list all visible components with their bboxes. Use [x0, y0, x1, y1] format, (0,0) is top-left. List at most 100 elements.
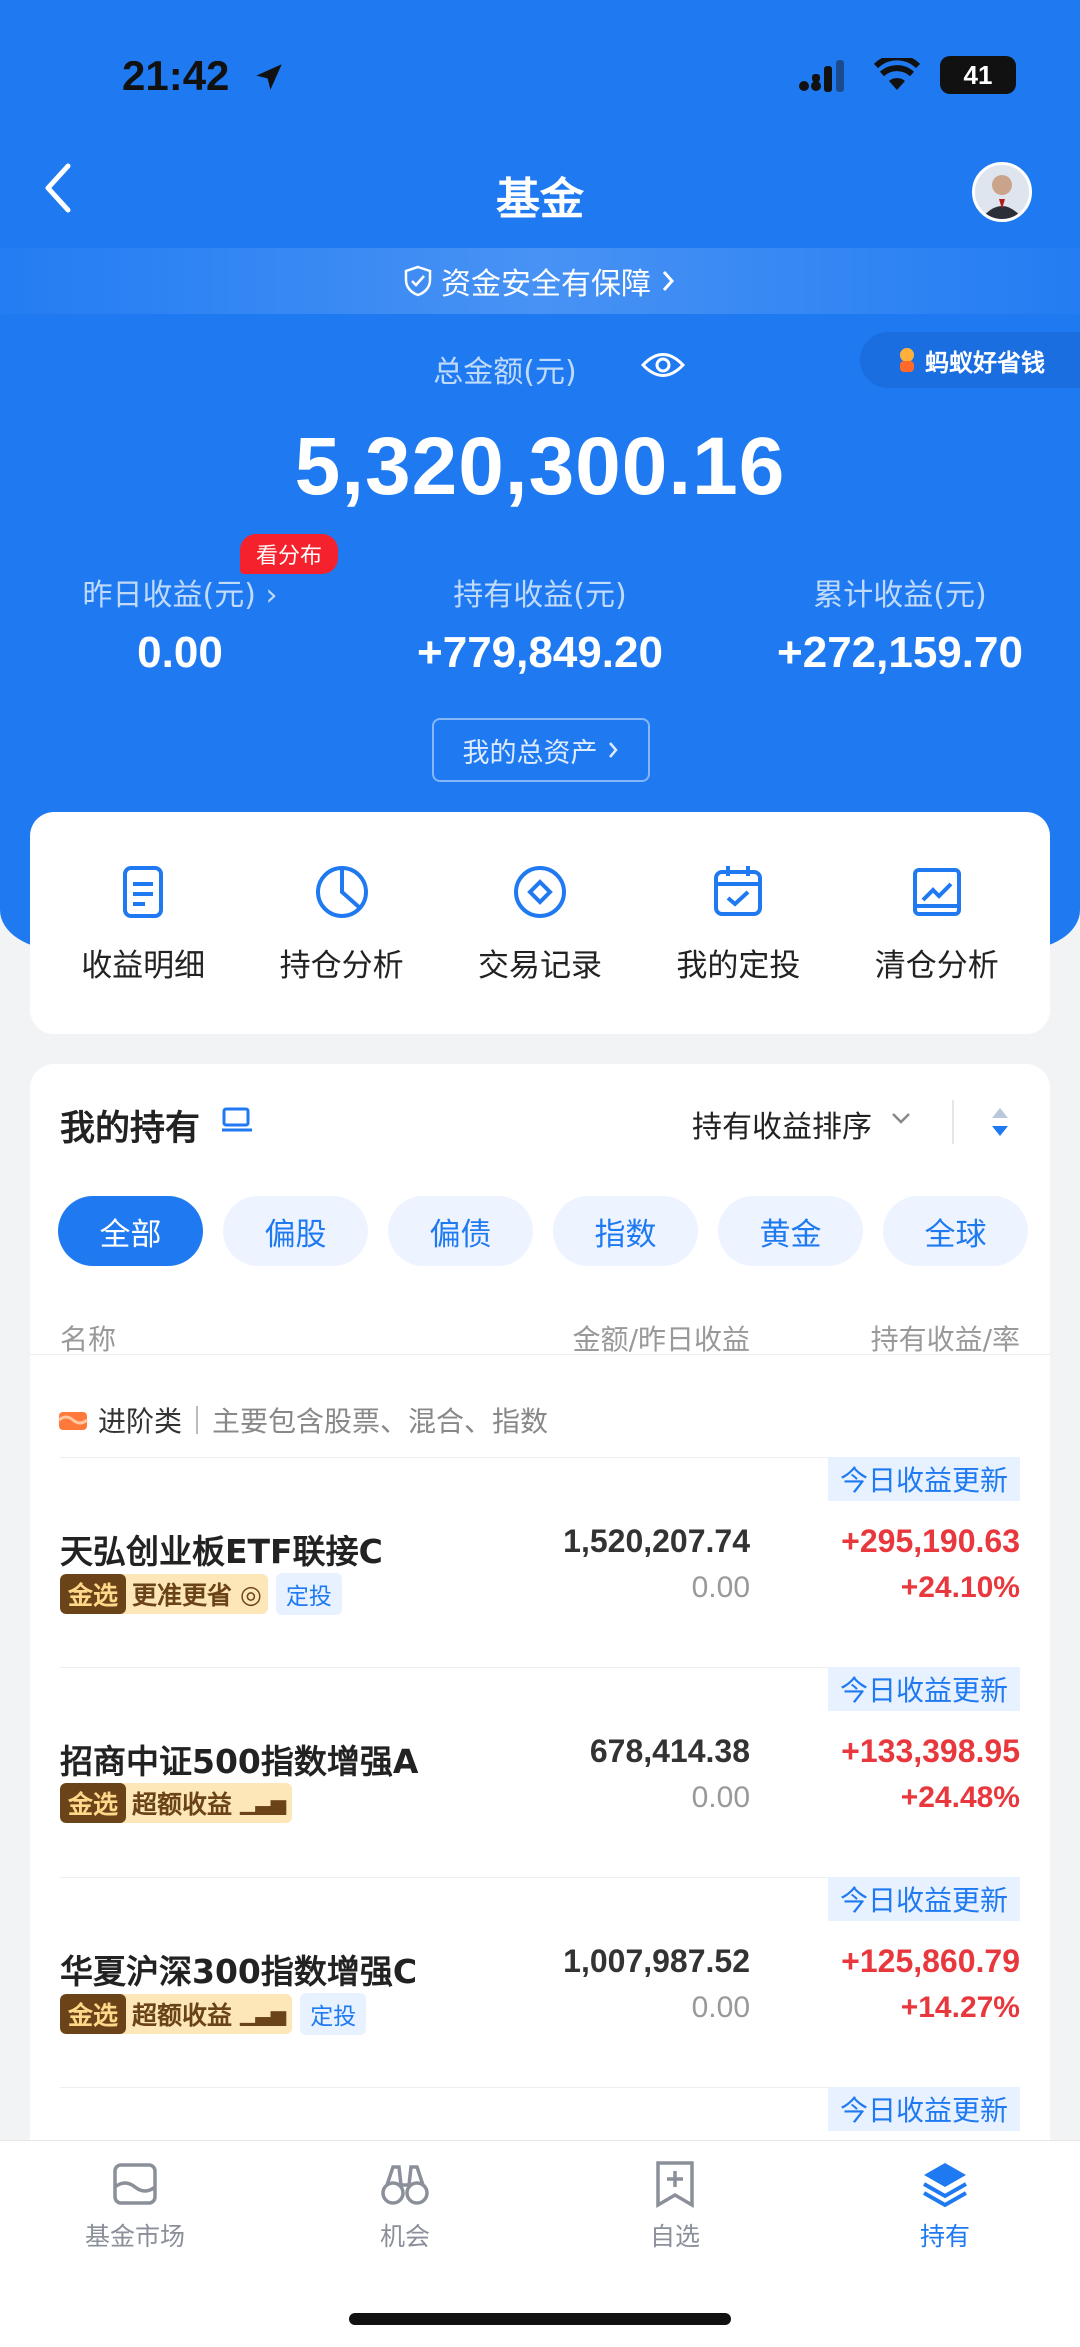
filter-chip[interactable]: 全球 — [883, 1196, 1028, 1266]
filter-chip[interactable]: 指数 — [553, 1196, 698, 1266]
promo-label: 蚂蚁好省钱 — [925, 348, 1045, 377]
category-header: 进阶类 主要包含股票、混合、指数 — [58, 1400, 548, 1440]
menu-position-analysis[interactable]: 持仓分析 — [247, 862, 437, 985]
filter-chip[interactable]: 黄金 — [718, 1196, 863, 1266]
eye-icon — [640, 353, 686, 377]
jinxuan-tag-text: 超额收益 — [132, 2001, 233, 2030]
category-name: 进阶类 — [98, 1405, 183, 1438]
chevron-down-icon — [890, 1110, 912, 1130]
binoculars-icon — [381, 2165, 429, 2205]
cumulative-profit-value: +272,159.70 — [777, 628, 1023, 677]
trend-chart-icon — [912, 867, 961, 916]
column-header-profit: 持有收益/率 — [870, 1323, 1020, 1356]
menu-clearance-analysis-label: 清仓分析 — [874, 947, 999, 984]
home-indicator — [349, 2313, 731, 2325]
layers-icon — [923, 2163, 967, 2208]
safety-banner[interactable]: 资金安全有保障 — [0, 248, 1080, 314]
menu-position-analysis-label: 持仓分析 — [279, 947, 404, 984]
yesterday-profit[interactable]: 昨日收益(元) › 0.00 — [0, 570, 360, 678]
calendar-check-icon — [714, 865, 763, 916]
chevron-right-icon — [662, 271, 675, 291]
tab-favorites-label: 自选 — [649, 2222, 700, 2251]
divider — [30, 1354, 1050, 1355]
menu-my-investment-plan-label: 我的定投 — [676, 947, 801, 984]
menu-trade-record[interactable]: 交易记录 — [445, 862, 635, 985]
target-icon: ◎ — [240, 1579, 262, 1609]
total-assets-label: 我的总资产 — [462, 737, 598, 769]
distribution-badge[interactable]: 看分布 — [240, 534, 339, 574]
tab-favorites[interactable]: 自选 — [575, 2159, 775, 2253]
fund-yesterday-profit: 0.00 — [691, 1991, 750, 2024]
yesterday-profit-value: 0.00 — [137, 628, 223, 677]
sort-dropdown[interactable]: 持有收益排序 — [692, 1102, 872, 1146]
quick-menu: 收益明细 持仓分析 交易记录 我的定投 清仓分析 — [30, 812, 1050, 1034]
holdings-card: 我的持有 持有收益排序 全部 偏股 偏债 指数 黄金 全球 名称 金额/昨日收益… — [30, 1064, 1050, 2144]
tab-opportunity-label: 机会 — [379, 2222, 430, 2251]
fund-profit-rate: +14.27% — [900, 1991, 1020, 2024]
shield-check-icon — [404, 265, 432, 297]
jinxuan-tag-text: 更准更省 — [132, 1581, 233, 1610]
holding-profit-value: +779,849.20 — [417, 628, 663, 677]
tab-fund-market-label: 基金市场 — [84, 2222, 185, 2251]
divider — [196, 1406, 199, 1434]
dingtou-tag: 定投 — [300, 1993, 367, 2035]
market-icon — [113, 2163, 157, 2205]
cumulative-profit: 累计收益(元) +272,159.70 — [720, 570, 1080, 678]
filter-chip[interactable]: 全部 — [58, 1196, 203, 1266]
sort-order-toggle[interactable] — [988, 1104, 1012, 1144]
menu-clearance-analysis[interactable]: 清仓分析 — [842, 862, 1032, 985]
bar-chart-icon: ▁▃▅ — [240, 1791, 287, 1815]
status-icons: 41 — [798, 56, 1016, 94]
monitor-icon[interactable] — [220, 1106, 254, 1140]
status-time: 21:42 — [122, 52, 230, 99]
bar-chart-icon: ▁▃▅ — [240, 2002, 287, 2026]
tab-fund-market[interactable]: 基金市场 — [35, 2159, 235, 2253]
jinxuan-label: 金选 — [60, 1574, 127, 1614]
update-badge: 今日收益更新 — [827, 1457, 1020, 1501]
fund-row[interactable]: 今日收益更新 华夏沪深300指数增强C 金选 超额收益 ▁▃▅ 定投 1,007,9… — [30, 1877, 1050, 2087]
tab-opportunity[interactable]: 机会 — [305, 2159, 505, 2253]
menu-income-detail[interactable]: 收益明细 — [48, 862, 238, 985]
filter-chips: 全部 偏股 偏债 指数 黄金 全球 — [58, 1196, 1028, 1266]
column-header-amount: 金额/昨日收益 — [572, 1323, 750, 1356]
fund-row[interactable]: 今日收益更新 天弘创业板ETF联接C 金选 更准更省 ◎ 定投 1,520,207.… — [30, 1457, 1050, 1667]
fund-yesterday-profit: 0.00 — [691, 1781, 750, 1814]
record-icon — [513, 865, 566, 918]
promo-badge[interactable]: 蚂蚁好省钱 — [860, 332, 1080, 388]
category-desc: 主要包含股票、混合、指数 — [212, 1405, 549, 1438]
update-badge: 今日收益更新 — [827, 2087, 1020, 2131]
holdings-title: 我的持有 — [60, 1109, 201, 1149]
sort-arrows-icon — [992, 1108, 1008, 1136]
fund-row[interactable]: 今日收益更新 — [30, 2087, 1050, 2144]
tab-holdings-label: 持有 — [919, 2222, 970, 2251]
fund-tags: 金选 超额收益 ▁▃▅ 定投 — [60, 1993, 367, 2035]
pie-chart-icon — [315, 865, 368, 918]
tab-holdings[interactable]: 持有 — [845, 2159, 1045, 2253]
fund-amount: 1,520,207.74 — [563, 1523, 750, 1559]
chevron-right-icon — [608, 742, 618, 758]
total-assets-button[interactable]: 我的总资产 — [432, 718, 650, 782]
fund-amount: 678,414.38 — [589, 1733, 750, 1769]
fund-holding-profit: +133,398.95 — [841, 1733, 1020, 1769]
holding-profit-label: 持有收益(元) — [453, 578, 627, 613]
menu-my-investment-plan[interactable]: 我的定投 — [643, 862, 833, 985]
cumulative-profit-label: 累计收益(元) — [813, 578, 987, 613]
fund-name: 华夏沪深300指数增强C — [60, 1952, 418, 1991]
battery-indicator: 41 — [940, 56, 1016, 94]
avatar[interactable] — [972, 162, 1032, 222]
add-favorite-icon — [656, 2161, 694, 2209]
category-icon — [58, 1412, 88, 1430]
filter-chip[interactable]: 偏股 — [223, 1196, 368, 1266]
fund-row[interactable]: 今日收益更新 招商中证500指数增强A 金选 超额收益 ▁▃▅ 678,414.38… — [30, 1667, 1050, 1877]
total-amount-value: 5,320,300.16 — [294, 421, 786, 512]
column-header-name: 名称 — [60, 1323, 117, 1356]
jinxuan-label: 金选 — [60, 1994, 127, 2034]
update-badge: 今日收益更新 — [827, 1667, 1020, 1711]
fund-name: 招商中证500指数增强A — [60, 1742, 419, 1781]
eye-toggle[interactable] — [640, 348, 686, 386]
filter-chip[interactable]: 偏债 — [388, 1196, 533, 1266]
fund-amount: 1,007,987.52 — [563, 1943, 750, 1979]
ant-mascot-icon — [900, 348, 914, 372]
fund-yesterday-profit: 0.00 — [691, 1571, 750, 1604]
jinxuan-tag: 金选 超额收益 ▁▃▅ — [60, 1783, 293, 1823]
